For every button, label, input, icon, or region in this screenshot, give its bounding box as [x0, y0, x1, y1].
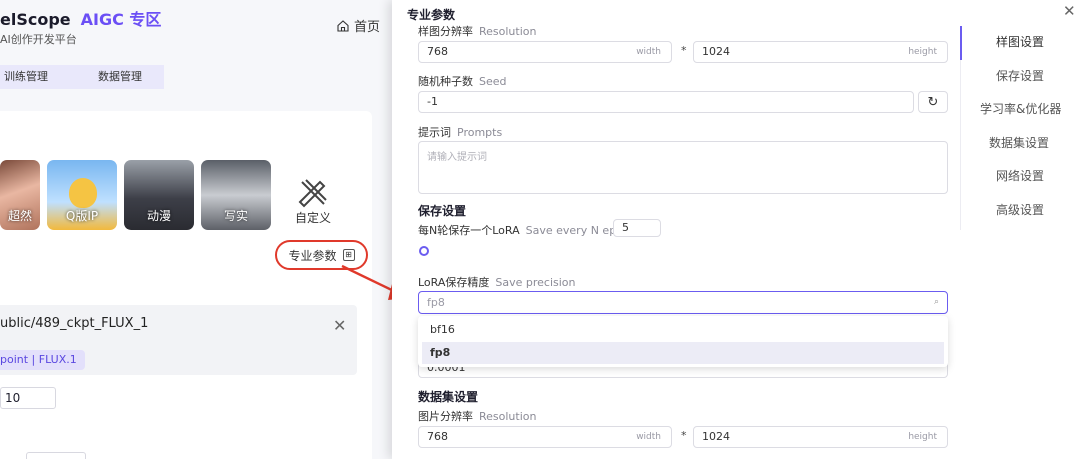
- home-label: 首页: [354, 20, 381, 35]
- image-resolution-label-cn: 图片分辨率: [418, 410, 473, 423]
- style-thumb-qip[interactable]: Q版IP: [47, 160, 117, 230]
- checkpoint-tag: point | FLUX.1: [0, 350, 85, 370]
- width-suffix: width: [636, 47, 661, 57]
- style-thumb-chaoran[interactable]: 超然: [0, 160, 40, 230]
- refresh-seed-button[interactable]: ↻: [918, 91, 948, 113]
- style-thumb-realistic[interactable]: 写实: [201, 160, 271, 230]
- style-label: 写实: [223, 209, 248, 223]
- brand-aigc: AIGC 专区: [80, 10, 162, 29]
- save-every-slider[interactable]: [419, 246, 429, 256]
- height-suffix: height: [908, 47, 937, 57]
- side-nav-dataset-settings[interactable]: 数据集设置: [960, 127, 1080, 161]
- resolution-label: 样图分辨率 Resolution: [418, 23, 536, 39]
- side-nav-save-settings[interactable]: 保存设置: [960, 60, 1080, 94]
- precision-option-bf16[interactable]: bf16: [422, 319, 944, 341]
- precision-dropdown: bf16 fp8: [418, 316, 948, 367]
- close-icon[interactable]: ✕: [333, 316, 346, 335]
- brand-subtitle: AI创作开发平台: [0, 33, 77, 46]
- pro-params-label: 专业参数: [288, 248, 337, 263]
- drawer-title: 专业参数: [407, 8, 456, 22]
- style-thumb-custom[interactable]: 自定义: [278, 160, 348, 230]
- precision-selected: fp8: [427, 296, 445, 309]
- resolution-label-en: Resolution: [479, 25, 537, 38]
- height-value: 1024: [702, 45, 730, 58]
- tab-train-management[interactable]: 训练管理: [0, 65, 64, 89]
- background-page: elScope AIGC 专区 AI创作开发平台 首页 训练管理 数据管理 超然 …: [0, 0, 392, 459]
- refresh-icon: ↻: [927, 94, 939, 110]
- settings-sliders-icon: ⊞: [342, 249, 355, 261]
- brand-name: elScope: [0, 10, 71, 29]
- style-label: Q版IP: [65, 209, 99, 223]
- image-width-input[interactable]: 768 width: [418, 426, 672, 448]
- resolution-label-cn: 样图分辨率: [418, 25, 473, 38]
- save-every-input[interactable]: 5: [613, 219, 661, 237]
- precision-label-cn: LoRA保存精度: [418, 276, 490, 289]
- checkpoint-path: ublic/489_ckpt_FLUX_1: [0, 316, 149, 331]
- nav-tabs: 训练管理 数据管理: [0, 65, 164, 89]
- home-link[interactable]: 首页: [336, 16, 380, 35]
- image-height-suffix: height: [908, 432, 937, 442]
- seed-label-en: Seed: [479, 75, 507, 88]
- image-width-suffix: width: [636, 432, 661, 442]
- prompts-label-en: Prompts: [457, 126, 503, 139]
- save-every-label: 每N轮保存一个LoRA Save every N epochs: [418, 222, 642, 238]
- sample-height-input[interactable]: 1024 height: [693, 41, 948, 63]
- style-label: 自定义: [294, 211, 331, 225]
- tab-data-management[interactable]: 数据管理: [64, 65, 164, 89]
- brand-logo[interactable]: elScope AIGC 专区: [0, 6, 161, 30]
- prompts-textarea[interactable]: 请输入提示词: [418, 141, 948, 194]
- seed-input[interactable]: -1: [418, 91, 914, 113]
- style-label: 超然: [7, 209, 32, 223]
- mascot-image: [69, 178, 97, 208]
- side-nav-network-settings[interactable]: 网络设置: [960, 160, 1080, 194]
- times-symbol: *: [681, 429, 687, 442]
- image-resolution-label-en: Resolution: [479, 410, 537, 423]
- dataset-section-title: 数据集设置: [418, 390, 479, 404]
- side-nav: 样图设置 保存设置 学习率&优化器 数据集设置 网络设置 高级设置: [960, 26, 1080, 228]
- seed-label-cn: 随机种子数: [418, 75, 473, 88]
- pencil-ruler-icon: [298, 179, 327, 208]
- side-nav-sample-settings[interactable]: 样图设置: [960, 26, 1080, 60]
- precision-select[interactable]: fp8 ⌕: [418, 291, 948, 314]
- image-height-input[interactable]: 1024 height: [693, 426, 948, 448]
- save-every-label-cn: 每N轮保存一个LoRA: [418, 224, 520, 237]
- sample-width-input[interactable]: 768 width: [418, 41, 672, 63]
- value-input-2[interactable]: [26, 452, 86, 459]
- side-nav-advanced-settings[interactable]: 高级设置: [960, 194, 1080, 228]
- home-icon: [337, 19, 349, 32]
- search-icon: ⌕: [933, 297, 939, 307]
- image-width-value: 768: [427, 430, 448, 443]
- precision-option-fp8[interactable]: fp8: [422, 342, 944, 364]
- precision-label-en: Save precision: [495, 276, 576, 289]
- close-icon[interactable]: ✕: [1063, 2, 1076, 20]
- save-section-title: 保存设置: [418, 204, 467, 218]
- image-resolution-label: 图片分辨率 Resolution: [418, 408, 536, 424]
- width-value: 768: [427, 45, 448, 58]
- side-nav-lr-optimizer[interactable]: 学习率&优化器: [960, 93, 1080, 127]
- style-thumbnails: 超然 Q版IP 动漫 写实 自定义: [0, 160, 348, 230]
- prompts-label: 提示词 Prompts: [418, 124, 502, 140]
- image-height-value: 1024: [702, 430, 730, 443]
- times-symbol: *: [681, 44, 687, 57]
- seed-label: 随机种子数 Seed: [418, 73, 507, 89]
- precision-label: LoRA保存精度 Save precision: [418, 274, 576, 290]
- pro-params-drawer: 专业参数 ✕ 样图分辨率 Resolution 768 width * 1024 …: [392, 0, 1080, 459]
- prompts-label-cn: 提示词: [418, 126, 451, 139]
- style-thumb-anime[interactable]: 动漫: [124, 160, 194, 230]
- value-input[interactable]: 10: [0, 387, 56, 409]
- style-label: 动漫: [146, 209, 171, 223]
